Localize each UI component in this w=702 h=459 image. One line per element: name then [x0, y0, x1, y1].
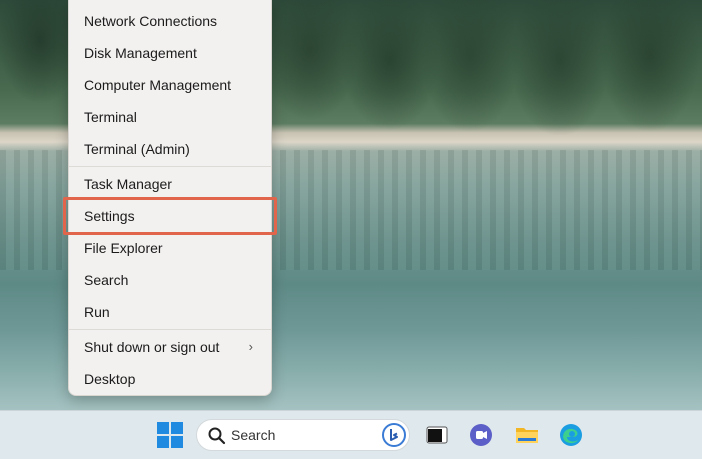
search-icon	[208, 427, 226, 445]
menu-item-file-explorer[interactable]: File Explorer	[73, 234, 267, 262]
teams-chat-icon[interactable]	[468, 422, 494, 448]
menu-item-run[interactable]: Run	[73, 298, 267, 326]
windows-start-icon[interactable]	[157, 422, 183, 448]
bing-icon[interactable]	[381, 422, 407, 448]
search-placeholder: Search	[231, 427, 276, 443]
menu-item-shut-down-or-sign-out[interactable]: Shut down or sign out ›	[73, 333, 267, 361]
menu-item-desktop[interactable]: Desktop	[73, 365, 267, 393]
menu-item-search[interactable]: Search	[73, 266, 267, 294]
menu-item-terminal-admin[interactable]: Terminal (Admin)	[73, 135, 267, 163]
task-view-icon[interactable]	[424, 422, 450, 448]
menu-item-label: Terminal	[84, 109, 137, 125]
menu-item-task-manager[interactable]: Task Manager	[73, 170, 267, 198]
menu-item-disk-management[interactable]: Disk Management	[73, 39, 267, 67]
taskbar: Search	[0, 410, 702, 459]
menu-divider	[69, 166, 271, 167]
menu-item-computer-management[interactable]: Computer Management	[73, 71, 267, 99]
menu-item-label: Network Connections	[84, 13, 218, 29]
menu-item-label: Computer Management	[84, 77, 232, 93]
menu-item-label: File Explorer	[84, 240, 163, 256]
taskbar-search-box[interactable]: Search	[196, 419, 410, 451]
menu-item-label: Terminal (Admin)	[84, 141, 190, 157]
menu-item-label: Disk Management	[84, 45, 197, 61]
menu-item-label: Desktop	[84, 371, 136, 387]
menu-item-label: Shut down or sign out	[84, 339, 220, 355]
settings-highlight-box	[63, 197, 277, 235]
menu-item-label: Task Manager	[84, 176, 172, 192]
menu-item-label: Search	[84, 272, 129, 288]
file-explorer-icon[interactable]	[514, 422, 540, 448]
menu-item-label: Run	[84, 304, 110, 320]
menu-item-network-connections[interactable]: Network Connections	[73, 7, 267, 35]
menu-item-terminal[interactable]: Terminal	[73, 103, 267, 131]
chevron-right-icon: ›	[248, 339, 253, 354]
menu-divider	[69, 329, 271, 330]
edge-icon[interactable]	[558, 422, 584, 448]
